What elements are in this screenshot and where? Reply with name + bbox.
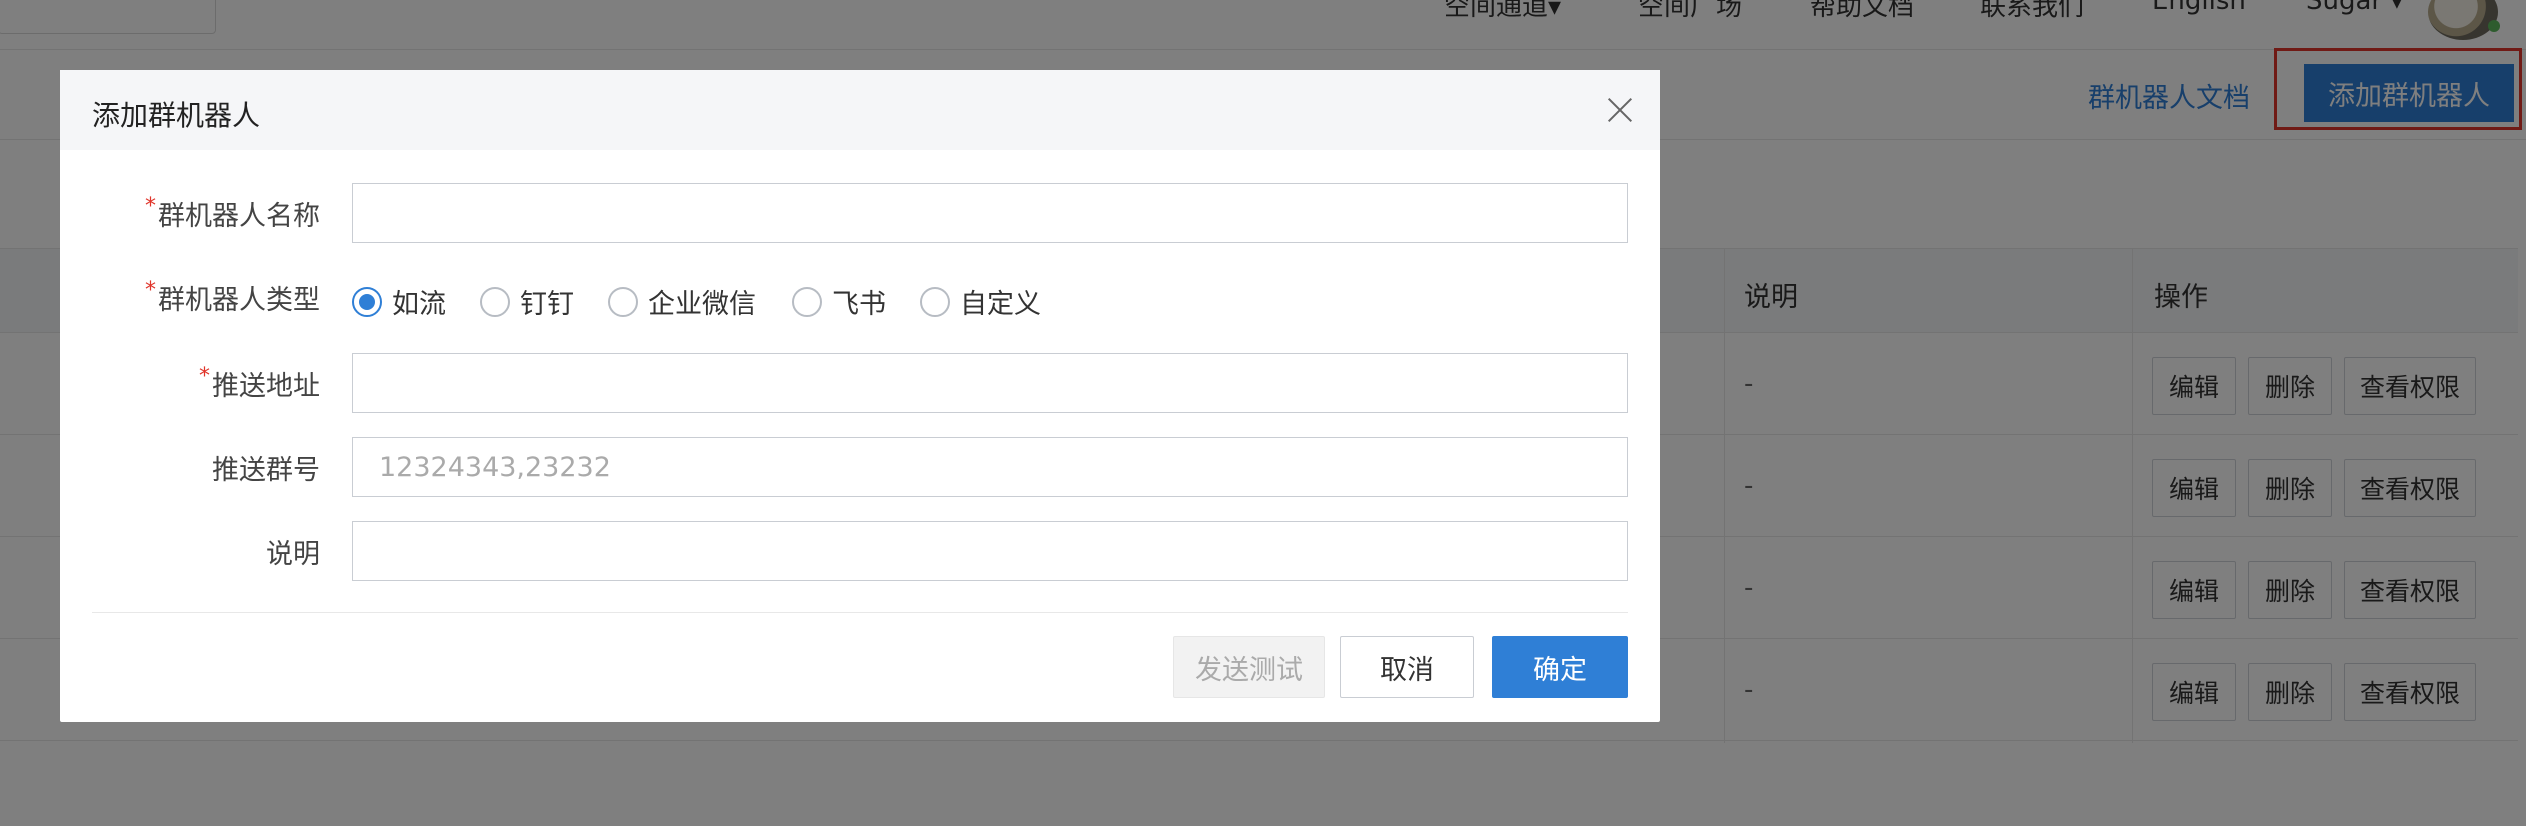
- required-marker: *: [145, 278, 156, 303]
- add-robot-dialog: 添加群机器人 *群机器人名称 *群机器人类型 如流 钉钉 企业微信 飞书 自定义…: [60, 70, 1660, 722]
- required-marker: *: [199, 364, 210, 389]
- robot-name-label-text: 群机器人名称: [158, 201, 320, 232]
- push-group-label-text: 推送群号: [212, 455, 320, 486]
- push-group-label: 推送群号: [60, 448, 320, 487]
- radio-unchecked-icon: [920, 286, 950, 317]
- robot-name-label: *群机器人名称: [60, 194, 320, 233]
- push-group-input[interactable]: [352, 437, 1628, 497]
- robot-type-label-text: 群机器人类型: [158, 285, 320, 316]
- radio-wecom[interactable]: 企业微信: [608, 282, 756, 321]
- dialog-title: 添加群机器人: [92, 99, 261, 132]
- radio-feishu[interactable]: 飞书: [792, 282, 886, 321]
- description-label-text: 说明: [266, 539, 320, 570]
- push-url-input[interactable]: [352, 353, 1628, 413]
- radio-label: 企业微信: [648, 289, 756, 320]
- cancel-button[interactable]: 取消: [1340, 636, 1474, 698]
- dialog-header: 添加群机器人: [60, 70, 1660, 150]
- footer-divider: [92, 612, 1628, 613]
- push-url-label: *推送地址: [60, 364, 320, 403]
- close-icon[interactable]: [1600, 90, 1640, 130]
- radio-unchecked-icon: [608, 286, 638, 317]
- description-label: 说明: [60, 532, 320, 571]
- radio-checked-icon: [352, 286, 382, 317]
- robot-name-input[interactable]: [352, 183, 1628, 243]
- push-url-label-text: 推送地址: [212, 371, 320, 402]
- description-input[interactable]: [352, 521, 1628, 581]
- radio-unchecked-icon: [792, 286, 822, 317]
- radio-label: 飞书: [832, 289, 886, 320]
- radio-dingtalk[interactable]: 钉钉: [480, 282, 574, 321]
- radio-label: 钉钉: [520, 289, 574, 320]
- radio-ruliu[interactable]: 如流: [352, 282, 446, 321]
- radio-unchecked-icon: [480, 286, 510, 317]
- radio-label: 自定义: [960, 289, 1041, 320]
- send-test-button[interactable]: 发送测试: [1173, 636, 1325, 698]
- radio-label: 如流: [392, 289, 446, 320]
- required-marker: *: [145, 194, 156, 219]
- confirm-button[interactable]: 确定: [1492, 636, 1628, 698]
- robot-type-label: *群机器人类型: [60, 278, 320, 317]
- radio-custom[interactable]: 自定义: [920, 282, 1041, 321]
